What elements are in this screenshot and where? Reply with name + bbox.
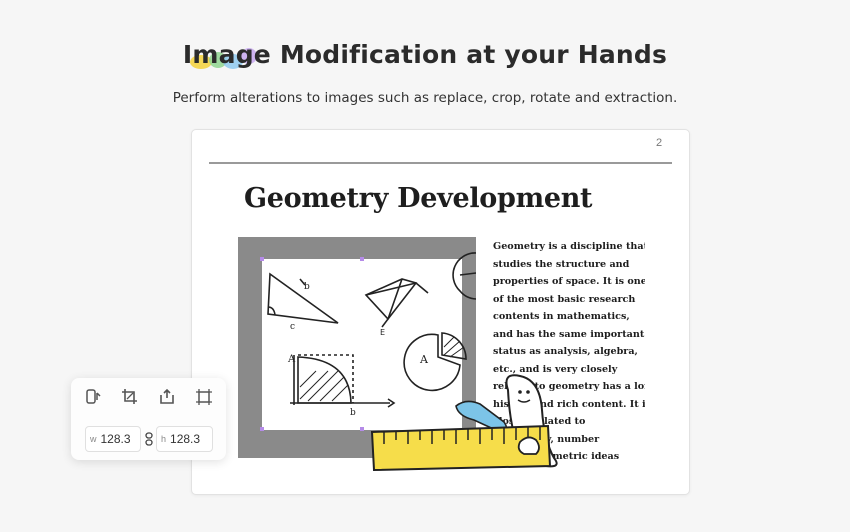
hero-subtitle: Perform alterations to images such as re… bbox=[172, 90, 678, 106]
width-label: w bbox=[90, 434, 97, 444]
crop-button[interactable] bbox=[119, 386, 141, 408]
label-c: c bbox=[290, 322, 295, 332]
body-line: of the most basic research bbox=[493, 293, 636, 305]
label-a-pie: A bbox=[419, 353, 429, 366]
mascot-hand bbox=[517, 436, 540, 455]
resize-button[interactable] bbox=[193, 386, 215, 408]
page-header-rule bbox=[209, 162, 672, 164]
extract-icon bbox=[160, 388, 174, 404]
frame-icon bbox=[196, 389, 212, 405]
replace-image-button[interactable] bbox=[82, 386, 104, 408]
mascot-illustration bbox=[370, 374, 558, 472]
label-a-graph: A bbox=[287, 354, 296, 365]
quadrilateral-drawing bbox=[364, 278, 429, 328]
selection-handles bbox=[260, 257, 364, 431]
label-b-graph: b bbox=[350, 408, 356, 418]
width-value[interactable]: 128.3 bbox=[101, 432, 131, 446]
headline-highlight-word: Image bbox=[182, 40, 271, 69]
graph-hatching bbox=[299, 370, 349, 402]
crop-icon bbox=[122, 389, 137, 404]
extract-image-button[interactable] bbox=[156, 386, 178, 408]
triangle-drawing bbox=[267, 272, 339, 324]
hero-headline: Image Modification at your Hands bbox=[0, 40, 850, 69]
height-field[interactable]: h 128.3 bbox=[156, 426, 213, 452]
body-line: contents in mathematics, bbox=[493, 311, 630, 322]
body-line: Geometry is a discipline that bbox=[493, 241, 645, 252]
body-line: properties of space. It is one bbox=[493, 276, 645, 287]
globe-drawing bbox=[452, 252, 476, 300]
replace-image-icon bbox=[86, 389, 101, 404]
body-line: status as analysis, algebra, bbox=[493, 346, 638, 357]
lock-ratio-link-icon[interactable] bbox=[145, 432, 153, 446]
body-line: studies the structure and bbox=[493, 258, 630, 270]
headline-rest: Modification at your Hands bbox=[270, 40, 668, 69]
pie-hatching bbox=[443, 336, 465, 358]
height-label: h bbox=[161, 434, 167, 444]
page-number: 2 bbox=[656, 137, 663, 149]
height-value[interactable]: 128.3 bbox=[170, 432, 200, 446]
body-line: and has the same important bbox=[493, 328, 645, 340]
label-e: E bbox=[380, 328, 385, 337]
document-title[interactable]: Geometry Development bbox=[244, 183, 593, 214]
width-field[interactable]: w 128.3 bbox=[85, 426, 141, 452]
label-b-top: b bbox=[304, 282, 310, 292]
